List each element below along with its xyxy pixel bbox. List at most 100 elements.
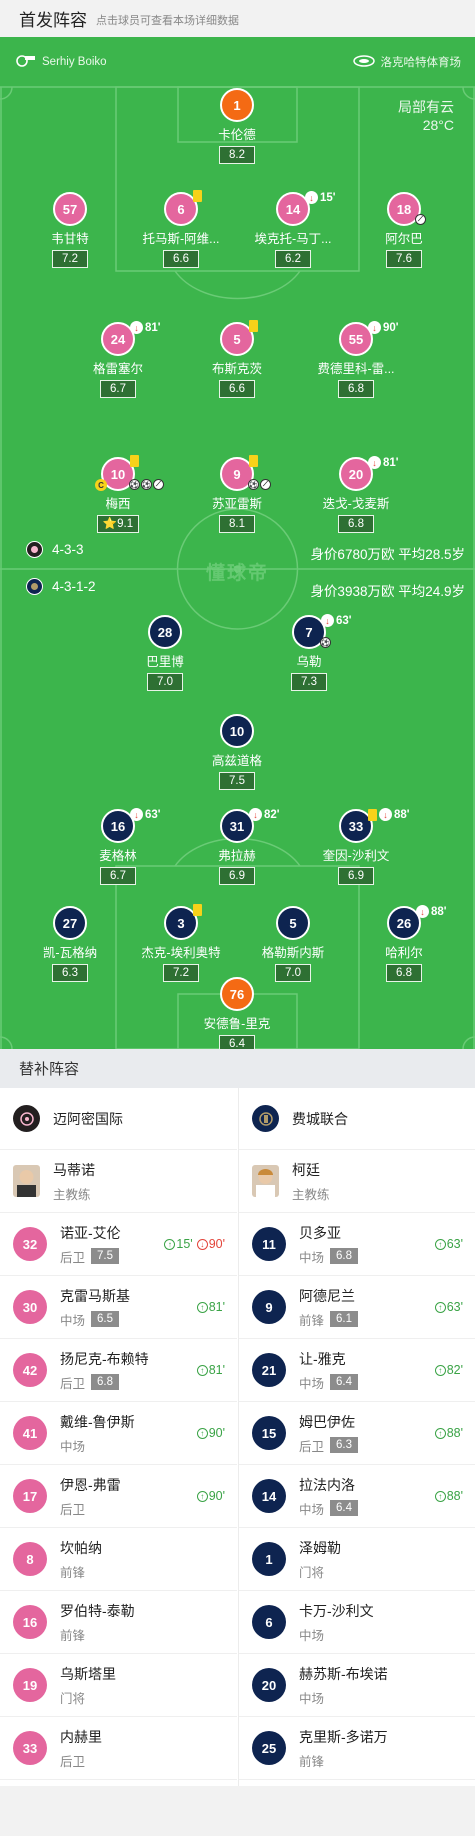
pitch-player-28[interactable]: 28 巴里博 7.0 [105,615,225,691]
pitch-player-20[interactable]: 20 ↓ 81' 迭戈-戈麦斯 6.8 [296,456,416,533]
sub-player-row[interactable]: 15 姆巴伊佐 后卫 6.3 ↑ 88' [239,1402,475,1465]
pitch-player-16[interactable]: 16 ↓ 63' 麦格林 6.7 [58,808,178,885]
sub-in-icon: ↑ [196,1490,208,1502]
player-name: 托马斯-阿维... [142,232,220,246]
player-number: 76 [220,977,254,1011]
goal-icon: ⚽ [248,479,259,490]
sub-off-indicator: ↓ 63' [130,808,161,821]
sub-player-name: 克雷马斯基 [60,1287,130,1304]
pitch-player-27[interactable]: 27 凯-瓦格纳 6.3 [10,906,130,982]
sub-player-name: 扬尼克-布赖特 [60,1350,149,1367]
player-name: 费德里科-雷... [317,362,395,376]
pitch-player-5-away[interactable]: 5 格勒斯内斯 7.0 [233,906,353,982]
sub-in-minute: 15' [176,1237,193,1251]
pitch-player-10-messi[interactable]: 10 C ⚽ ⚽ ⟋ 梅西 ⭐9.1 [58,455,178,533]
watermark: 懂球帝 [206,563,270,584]
sub-player-row[interactable]: 42 扬尼克-布赖特 后卫 6.8 ↑ 81' [0,1339,237,1402]
player-number: 55 ↓ 90' [339,321,399,356]
pitch-player-26[interactable]: 26 ↓ 88' 哈利尔 6.8 [344,905,464,982]
pitch-player-1[interactable]: 1 卡伦德 8.2 [177,88,297,164]
pitch-player-18[interactable]: 18 ⟋ 阿尔巴 7.6 [344,192,464,268]
pitch-player-57[interactable]: 57 韦甘特 7.2 [10,192,130,268]
sub-player-name: 泽姆勒 [299,1539,341,1556]
coach-avatar [252,1165,279,1197]
home-coach-row[interactable]: 马蒂诺 主教练 [0,1150,237,1213]
yellow-card-icon [130,455,139,467]
coach-name: 马蒂诺 [53,1161,95,1178]
coach-role: 主教练 [53,1187,91,1202]
temperature: 28°C [422,117,454,133]
sub-player-row[interactable]: 25 克里斯-多诺万 前锋 [239,1717,475,1780]
player-rating: 8.1 [219,515,255,533]
sub-player-row[interactable]: 32 诺亚-艾伦 后卫 7.5 ↑ 15' ↓ 90' [0,1213,237,1276]
sub-player-row[interactable]: 14 拉法内洛 中场 6.4 ↑ 88' [239,1465,475,1528]
player-number: 33 ↓ 88' [339,808,410,843]
sub-off-icon: ↓ [379,808,392,821]
away-team-row[interactable]: 费城联合 [239,1088,475,1150]
coach-avatar [13,1165,40,1197]
sub-player-number: 15 [252,1416,286,1450]
sub-player-row[interactable]: 20 赫苏斯-布埃诺 中场 [239,1654,475,1717]
sub-player-name: 伊恩-弗雷 [60,1476,121,1493]
pitch-player-76[interactable]: 76 安德鲁-里克 6.4 [177,977,297,1049]
sub-in-indicator: ↑ 82' [434,1363,463,1377]
lineup-header: 首发阵容 点击球员可查看本场详细数据 [0,0,475,37]
sub-in-minute: 63' [446,1300,463,1314]
pitch-player-9[interactable]: 9 ⚽ ⟋ 苏亚雷斯 8.1 [177,455,297,533]
away-subs-column: 费城联合 柯廷 主教练 11 贝多亚 中场 6.8 ↑ 63' 9 阿德尼兰 前锋 6.1 ↑ 63' 2… [238,1088,475,1786]
yellow-card-icon [193,190,202,202]
pitch-player-6[interactable]: 6 托马斯-阿维... 6.6 [121,190,241,268]
pitch-player-33[interactable]: 33 ↓ 88' 奎因-沙利文 6.9 [296,808,416,885]
sub-in-minute: 90' [208,1426,225,1440]
player-rating: 6.3 [52,964,88,982]
player-rating: 6.7 [100,867,136,885]
pitch-player-3[interactable]: 3 杰克-埃利奥特 7.2 [121,904,241,982]
player-rating: 6.8 [386,964,422,982]
pitch-player-14[interactable]: 14 ↓ 15' 埃克托-马丁... 6.2 [233,191,353,268]
pitch-player-31[interactable]: 31 ↓ 82' 弗拉赫 6.9 [177,808,297,885]
sub-player-row[interactable]: 41 戴维-鲁伊斯 中场 ↑ 90' [0,1402,237,1465]
sub-player-row[interactable]: 21 让-雅克 中场 6.4 ↑ 82' [239,1339,475,1402]
player-name: 埃克托-马丁... [254,232,332,246]
number-text: 3 [177,915,185,931]
sub-player-row[interactable]: 16 罗伯特-泰勒 前锋 [0,1591,237,1654]
pitch-player-7[interactable]: 7 ↓ 63' ⚽ 乌勒 7.3 [249,614,369,691]
player-number: 1 [220,88,254,122]
sub-player-position: 门将 [60,1691,86,1706]
sub-player-row[interactable]: 1 泽姆勒 门将 [239,1528,475,1591]
stadium-name: 洛克哈特体育场 [380,57,462,69]
sub-in-icon: ↑ [196,1301,208,1313]
away-coach-row[interactable]: 柯廷 主教练 [239,1150,475,1213]
sub-in-minute: 81' [208,1300,225,1314]
sub-player-number: 20 [252,1668,286,1702]
home-squad-value: 身价6780万欧 平均28.5岁 [310,547,465,562]
pitch-player-5[interactable]: 5 布斯克茨 6.6 [177,320,297,398]
sub-player-row[interactable]: 6 卡万-沙利文 中场 [239,1591,475,1654]
sub-in-icon: ↑ [164,1238,176,1250]
sub-player-row[interactable]: 8 坎帕纳 前锋 [0,1528,237,1591]
sub-player-name: 阿德尼兰 [299,1287,355,1304]
sub-minutes: ↑ 88' [434,1426,463,1440]
sub-player-row[interactable]: 30 克雷马斯基 中场 6.5 ↑ 81' [0,1276,237,1339]
sub-player-row[interactable]: 19 乌斯塔里 门将 [0,1654,237,1717]
pitch-player-24[interactable]: 24 ↓ 81' 格雷塞尔 6.7 [58,321,178,398]
coach-name: 柯廷 [292,1161,320,1178]
pitch-player-10-away[interactable]: 10 高兹道格 7.5 [177,714,297,790]
home-team-row[interactable]: 迈阿密国际 [0,1088,237,1150]
rating-text: 9.1 [117,518,134,530]
sub-off-indicator: ↓ 63' [321,614,352,627]
sub-off-indicator: ↓ 15' [305,191,336,204]
stadium-icon [352,54,375,71]
number-text: 6 [177,201,185,217]
player-name: 杰克-埃利奥特 [141,946,221,960]
sub-player-row[interactable]: 33 内赫里 后卫 [0,1717,237,1780]
player-name: 迭戈-戈麦斯 [322,497,390,511]
sub-player-row[interactable]: 11 贝多亚 中场 6.8 ↑ 63' [239,1213,475,1276]
number-text: 24 [110,331,126,347]
sub-player-row[interactable]: 17 伊恩-弗雷 后卫 ↑ 90' [0,1465,237,1528]
pitch-player-55[interactable]: 55 ↓ 90' 费德里科-雷... 6.8 [296,321,416,398]
sub-in-indicator: ↑ 90' [196,1489,225,1503]
sub-player-row[interactable]: 9 阿德尼兰 前锋 6.1 ↑ 63' [239,1276,475,1339]
sub-player-rating: 6.1 [330,1311,359,1327]
sub-in-indicator: ↑ 88' [434,1426,463,1440]
